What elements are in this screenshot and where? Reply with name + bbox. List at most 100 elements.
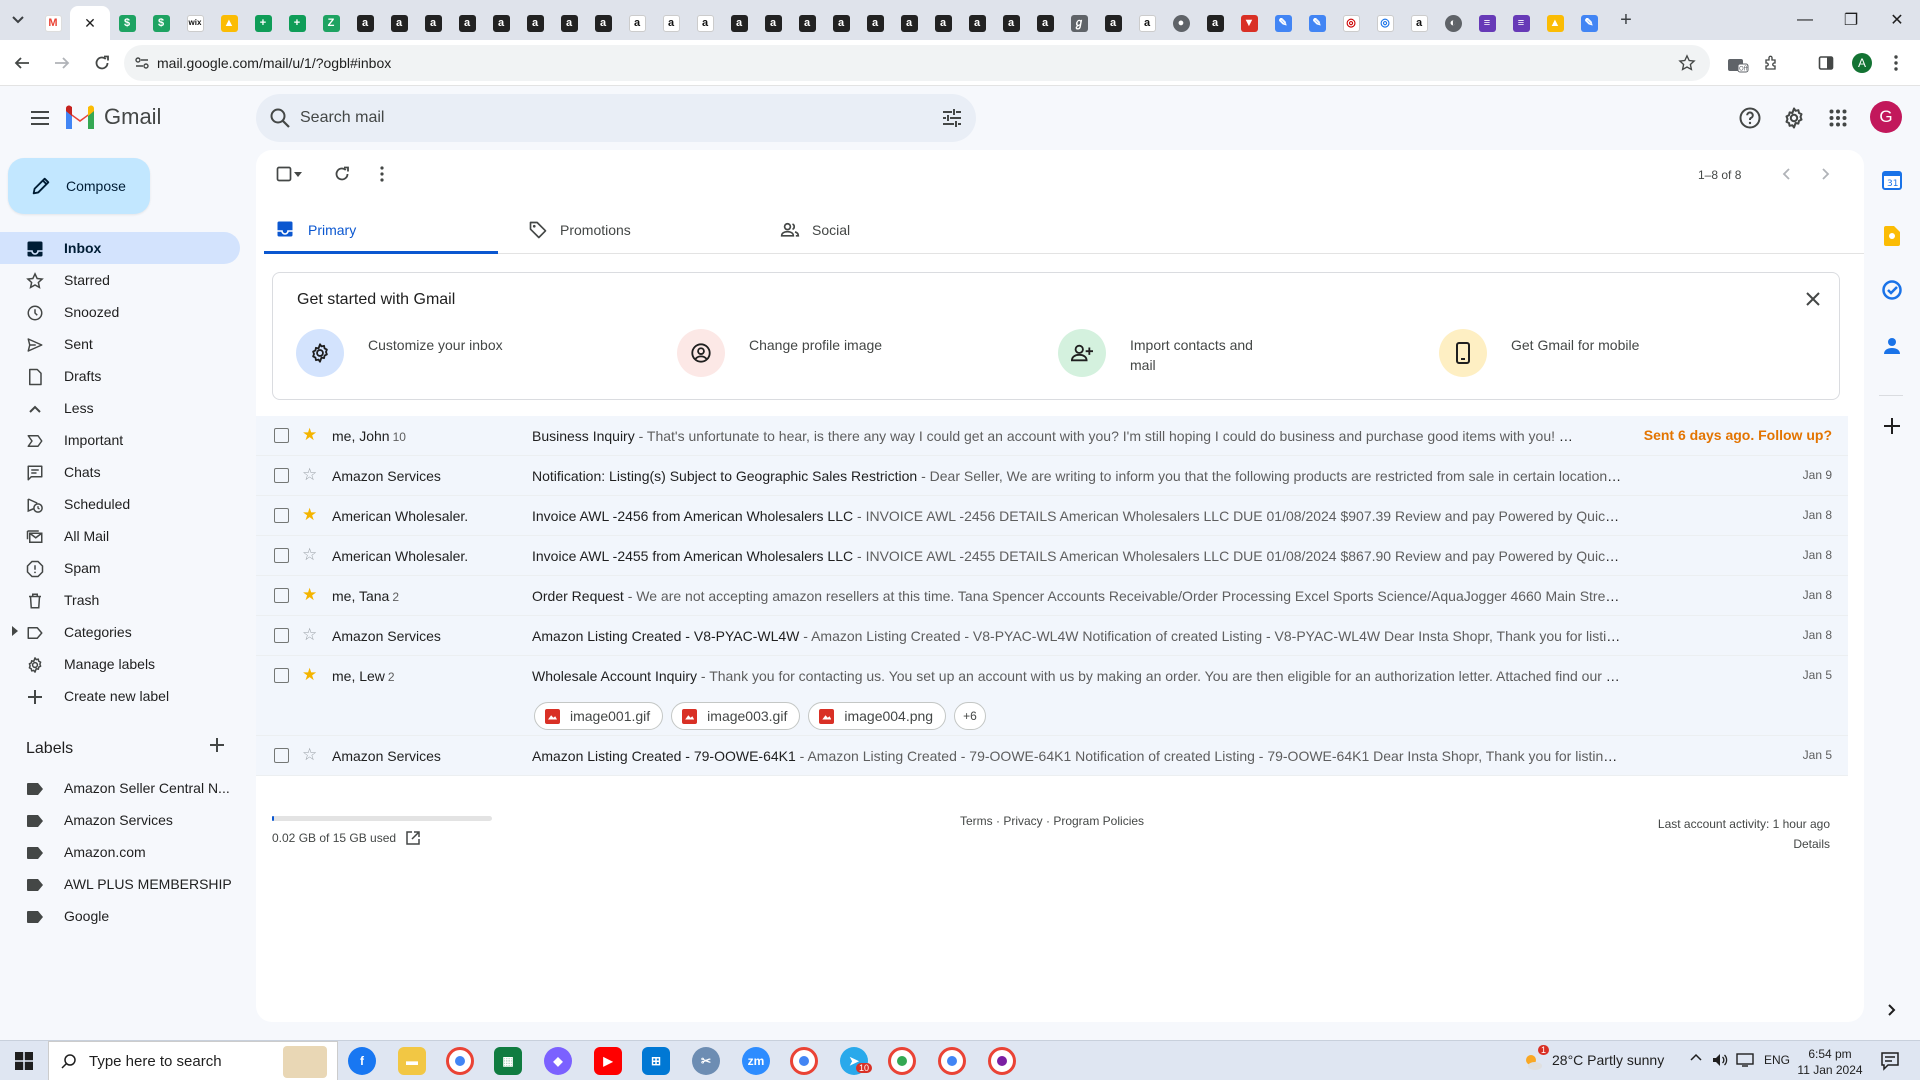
email-row[interactable]: ☆ Amazon Services Amazon Listing Created… bbox=[256, 736, 1848, 776]
search-input[interactable] bbox=[300, 94, 900, 142]
browser-tab[interactable]: ◐ bbox=[1436, 6, 1470, 40]
row-checkbox[interactable] bbox=[274, 668, 289, 683]
sidebar-item-create-label[interactable]: Create new label bbox=[0, 680, 240, 712]
browser-tab[interactable]: a bbox=[756, 6, 790, 40]
attachment-chip[interactable]: image003.gif bbox=[671, 702, 801, 730]
browser-tab[interactable]: a bbox=[450, 6, 484, 40]
site-info-icon[interactable] bbox=[134, 55, 150, 71]
browser-tab[interactable]: a bbox=[1402, 6, 1436, 40]
email-row[interactable]: ☆ Amazon Services Notification: Listing(… bbox=[256, 456, 1848, 496]
email-row[interactable]: ☆ American Wholesaler. Invoice AWL -2455… bbox=[256, 536, 1848, 576]
browser-tab[interactable]: ✎ bbox=[1266, 6, 1300, 40]
browser-tab[interactable]: ◎ bbox=[1368, 6, 1402, 40]
account-avatar[interactable]: G bbox=[1870, 101, 1902, 133]
back-button[interactable] bbox=[2, 43, 42, 83]
sidebar-item-spam[interactable]: Spam bbox=[0, 552, 240, 584]
starred-icon[interactable]: ★ bbox=[302, 426, 317, 444]
browser-tab[interactable]: a bbox=[892, 6, 926, 40]
zoom-app-icon[interactable]: zm bbox=[742, 1047, 770, 1075]
url-text[interactable]: mail.google.com/mail/u/1/?ogbl#inbox bbox=[157, 55, 391, 71]
sidebar-item-inbox[interactable]: Inbox bbox=[0, 232, 240, 264]
close-icon[interactable] bbox=[1801, 287, 1825, 311]
expand-arrow-icon[interactable] bbox=[12, 626, 18, 636]
sidebar-item-less[interactable]: Less bbox=[0, 392, 240, 424]
attachment-chip[interactable]: image004.png bbox=[808, 702, 947, 730]
forward-button[interactable] bbox=[42, 43, 82, 83]
footer-links[interactable]: Terms · Privacy · Program Policies bbox=[960, 814, 1144, 828]
minimize-window-button[interactable]: — bbox=[1782, 0, 1828, 40]
search-options-icon[interactable] bbox=[940, 106, 964, 130]
browser-tab[interactable]: ▲ bbox=[1538, 6, 1572, 40]
email-row[interactable]: ★ me, Lew 2 Wholesale Account Inquiry - T… bbox=[256, 656, 1848, 736]
label-item[interactable]: Amazon.com bbox=[0, 836, 240, 868]
label-item[interactable]: Amazon Services bbox=[0, 804, 240, 836]
gmail-mobile-card[interactable]: Get Gmail for mobile bbox=[1439, 329, 1769, 379]
sidebar-item-manage-labels[interactable]: Manage labels bbox=[0, 648, 240, 680]
browser-tab[interactable]: ✎ bbox=[1572, 6, 1606, 40]
browser-tab[interactable]: a bbox=[1096, 6, 1130, 40]
browser-tab[interactable]: $ bbox=[110, 6, 144, 40]
sidebar-item-sent[interactable]: Sent bbox=[0, 328, 240, 360]
speaker-icon[interactable] bbox=[1712, 1052, 1728, 1068]
youtube-app-icon[interactable]: ▶ bbox=[594, 1047, 622, 1075]
main-menu-button[interactable] bbox=[16, 94, 64, 142]
taskbar-clock[interactable]: 6:54 pm 11 Jan 2024 bbox=[1796, 1046, 1864, 1078]
help-icon[interactable] bbox=[1730, 94, 1770, 142]
extensions-puzzle-icon[interactable] bbox=[1754, 40, 1790, 86]
browser-tab[interactable]: a bbox=[1198, 6, 1232, 40]
row-checkbox[interactable] bbox=[274, 548, 289, 563]
row-checkbox[interactable] bbox=[274, 428, 289, 443]
older-page-chevron-icon[interactable] bbox=[1814, 162, 1838, 186]
tray-chevron-up-icon[interactable] bbox=[1690, 1053, 1702, 1061]
email-row[interactable]: ★ me, John 10 Business Inquiry - That's u… bbox=[256, 416, 1848, 456]
label-item[interactable]: Google bbox=[0, 900, 240, 932]
refresh-icon[interactable] bbox=[330, 162, 354, 186]
newer-page-chevron-icon[interactable] bbox=[1774, 162, 1798, 186]
browser-tab[interactable]: a bbox=[654, 6, 688, 40]
close-window-button[interactable]: ✕ bbox=[1874, 0, 1920, 40]
network-icon[interactable] bbox=[1736, 1053, 1754, 1067]
browser-tab-gmail[interactable]: M bbox=[36, 6, 70, 40]
browser-tab[interactable]: ● bbox=[1164, 6, 1198, 40]
gmail-logo[interactable]: Gmail bbox=[64, 104, 161, 130]
keep-icon[interactable] bbox=[1882, 226, 1902, 246]
new-tab-button[interactable]: + bbox=[1610, 4, 1642, 36]
chrome-menu-icon[interactable] bbox=[1878, 40, 1914, 86]
starred-icon[interactable]: ★ bbox=[302, 586, 317, 604]
label-item[interactable]: AWL PLUS MEMBERSHIP bbox=[0, 868, 240, 900]
compose-button[interactable]: Compose bbox=[8, 158, 150, 214]
email-row[interactable]: ★ American Wholesaler. Invoice AWL -2456… bbox=[256, 496, 1848, 536]
restore-window-button[interactable]: ❐ bbox=[1828, 0, 1874, 40]
select-dropdown-icon[interactable] bbox=[290, 162, 306, 186]
google-apps-icon[interactable] bbox=[1818, 94, 1858, 142]
browser-tab[interactable]: a bbox=[586, 6, 620, 40]
browser-tab[interactable]: a bbox=[926, 6, 960, 40]
browser-tab[interactable]: ℊ bbox=[1062, 6, 1096, 40]
row-checkbox[interactable] bbox=[274, 508, 289, 523]
sidebar-item-categories[interactable]: Categories bbox=[0, 616, 240, 648]
browser-tab[interactable]: a bbox=[960, 6, 994, 40]
browser-tab[interactable]: a bbox=[416, 6, 450, 40]
row-checkbox[interactable] bbox=[274, 748, 289, 763]
snipping-tool-icon[interactable]: ✂ bbox=[692, 1047, 720, 1075]
get-addons-plus-icon[interactable] bbox=[1882, 416, 1902, 436]
email-row[interactable]: ★ me, Tana 2 Order Request - We are not a… bbox=[256, 576, 1848, 616]
file-explorer-icon[interactable]: ▬ bbox=[398, 1047, 426, 1075]
sidebar-item-starred[interactable]: Starred bbox=[0, 264, 240, 296]
sidebar-item-trash[interactable]: Trash bbox=[0, 584, 240, 616]
browser-tab[interactable]: + bbox=[246, 6, 280, 40]
browser-tab[interactable]: a bbox=[994, 6, 1028, 40]
sidebar-item-snoozed[interactable]: Snoozed bbox=[0, 296, 240, 328]
sidebar-item-chats[interactable]: Chats bbox=[0, 456, 240, 488]
tasks-icon[interactable] bbox=[1882, 280, 1902, 300]
browser-tab[interactable]: wix bbox=[178, 6, 212, 40]
chrome-profile-avatar[interactable]: A bbox=[1844, 40, 1880, 86]
calculator-app-icon[interactable]: ▦ bbox=[494, 1047, 522, 1075]
store-app-icon[interactable]: ⊞ bbox=[642, 1047, 670, 1075]
details-link[interactable]: Details bbox=[1658, 834, 1830, 854]
browser-tab[interactable]: a bbox=[484, 6, 518, 40]
side-panel-icon[interactable] bbox=[1808, 40, 1844, 86]
reload-button[interactable] bbox=[82, 43, 122, 83]
bookmark-star-icon[interactable] bbox=[1678, 54, 1696, 72]
notifications-icon[interactable] bbox=[1880, 1051, 1900, 1071]
